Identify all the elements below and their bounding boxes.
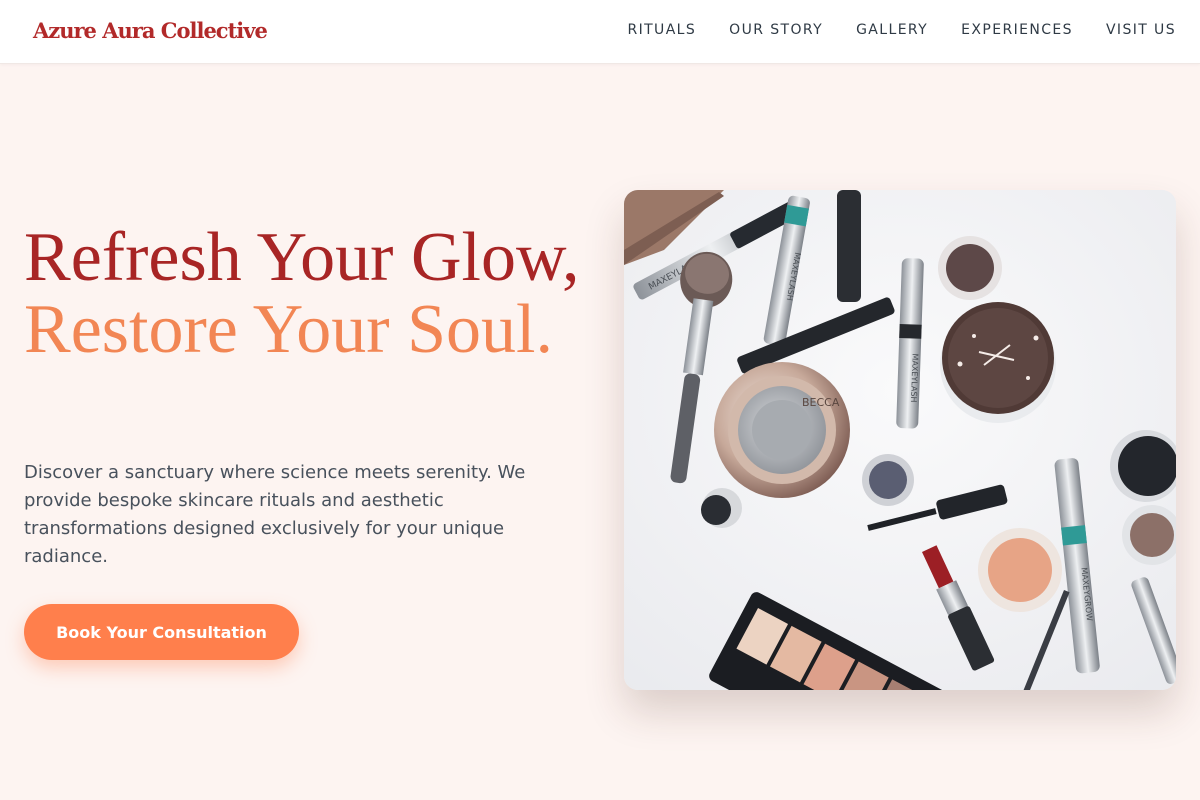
headline-line-1: Refresh Your Glow, [24, 219, 580, 296]
nav-link-gallery[interactable]: GALLERY [856, 22, 928, 38]
makeup-flatlay-illustration: MAXEYLASH MAXEYLASH MAXEYLASH BECCA MAXE… [624, 190, 1176, 690]
svg-text:BECCA: BECCA [802, 396, 840, 409]
svg-text:MAXEYLASH: MAXEYLASH [909, 353, 920, 402]
nav-link-visit-us[interactable]: VISIT US [1106, 22, 1176, 38]
nav-link-experiences[interactable]: EXPERIENCES [961, 22, 1073, 38]
site-header: Azure Aura Collective RITUALS OUR STORY … [0, 0, 1200, 64]
nav-link-our-story[interactable]: OUR STORY [729, 22, 823, 38]
main-nav: RITUALS OUR STORY GALLERY EXPERIENCES VI… [627, 22, 1176, 38]
headline-line-2: Restore Your Soul. [24, 291, 553, 368]
hero-headline: Refresh Your Glow, Restore Your Soul. [24, 222, 584, 366]
hero-image: MAXEYLASH MAXEYLASH MAXEYLASH BECCA MAXE… [624, 190, 1176, 690]
brand-logo[interactable]: Azure Aura Collective [33, 18, 268, 43]
nav-link-rituals[interactable]: RITUALS [627, 22, 696, 38]
book-consultation-button[interactable]: Book Your Consultation [24, 604, 299, 660]
hero-description: Discover a sanctuary where science meets… [24, 462, 526, 567]
